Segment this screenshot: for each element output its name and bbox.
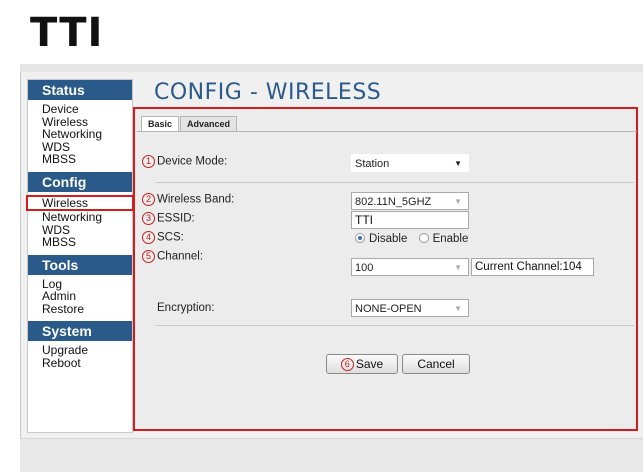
sidebar-item-config-mbss[interactable]: MBSS (28, 236, 132, 249)
essid-input[interactable]: TTI (351, 211, 469, 229)
wireless-band-select[interactable]: 802.11N_5GHZ ▼ (351, 192, 469, 210)
sidebar-section-status[interactable]: Status (28, 80, 132, 100)
sidebar-section-tools[interactable]: Tools (28, 254, 132, 275)
scs-label: SCS: (157, 231, 184, 244)
essid-row-label: 3 ESSID: (142, 212, 195, 225)
bottom-bar (20, 438, 643, 472)
wireless-band-label: Wireless Band: (157, 193, 235, 206)
page-title: CONFIG - WIRELESS (154, 80, 382, 105)
sidebar-item-status-networking[interactable]: Networking (28, 128, 132, 141)
channel-row-label: 5 Channel: (142, 250, 203, 263)
scs-enable-radio[interactable] (418, 232, 429, 243)
essid-label: ESSID: (157, 212, 195, 225)
system-items: Upgrade Reboot (28, 341, 132, 375)
marker-5: 5 (142, 250, 155, 263)
scs-enable-label[interactable]: Enable (433, 233, 469, 245)
save-button[interactable]: 6 Save (326, 354, 398, 374)
channel-select[interactable]: 100 ▼ (351, 258, 469, 276)
scs-options: Disable Enable (355, 232, 469, 245)
sidebar-section-config[interactable]: Config (28, 171, 132, 192)
device-mode-value: Station (355, 158, 390, 170)
config-items: Wireless Networking WDS MBSS (26, 192, 134, 255)
tab-advanced[interactable]: Advanced (180, 116, 238, 131)
encryption-select[interactable]: NONE-OPEN ▼ (351, 299, 469, 317)
device-mode-row-label: 1 Device Mode: (142, 155, 227, 168)
divider (156, 182, 634, 183)
divider (156, 325, 634, 326)
top-bar (20, 64, 643, 72)
sidebar-item-tools-restore[interactable]: Restore (28, 302, 132, 316)
sidebar-item-config-wireless[interactable]: Wireless (26, 194, 134, 211)
sidebar-item-system-reboot[interactable]: Reboot (28, 356, 132, 370)
sidebar-section-system[interactable]: System (28, 321, 132, 341)
encryption-value: NONE-OPEN (355, 303, 422, 315)
logo: TTI (30, 10, 104, 56)
encryption-label: Encryption: (157, 302, 215, 314)
wireless-band-value: 802.11N_5GHZ (355, 196, 432, 208)
sidebar-item-tools-admin[interactable]: Admin (28, 290, 132, 303)
current-channel-display: Current Channel:104 (471, 258, 594, 276)
sidebar-item-status-mbss[interactable]: MBSS (28, 153, 132, 166)
scs-row-label: 4 SCS: (142, 231, 184, 244)
device-mode-select[interactable]: Station ▼ (351, 154, 469, 172)
device-mode-label: Device Mode: (157, 155, 228, 168)
sidebar-item-status-device[interactable]: Device (28, 103, 132, 116)
chevron-down-icon: ▼ (454, 304, 462, 313)
cancel-button[interactable]: Cancel (402, 354, 470, 374)
marker-1: 1 (142, 155, 155, 168)
header: TTI (20, 0, 643, 65)
tab-underline (137, 131, 637, 132)
channel-label: Channel: (157, 250, 204, 263)
chevron-down-icon: ▼ (454, 197, 462, 206)
marker-6: 6 (340, 358, 354, 372)
tools-items: Log Admin Restore (28, 275, 132, 322)
wireless-band-row-label: 2 Wireless Band: (142, 193, 234, 206)
channel-value: 100 (355, 262, 374, 274)
status-items: Device Wireless Networking WDS MBSS (28, 100, 132, 172)
sidebar-item-system-upgrade[interactable]: Upgrade (28, 344, 132, 357)
marker-2: 2 (142, 193, 155, 206)
tab-basic[interactable]: Basic (141, 116, 180, 131)
scs-disable-radio[interactable] (355, 232, 365, 243)
tab-bar: Basic Advanced (141, 114, 238, 131)
sidebar-item-config-networking[interactable]: Networking (28, 211, 132, 224)
scs-disable-label[interactable]: Disable (369, 233, 407, 245)
chevron-down-icon: ▼ (454, 263, 462, 272)
marker-4: 4 (142, 231, 155, 244)
save-button-label: Save (355, 357, 384, 371)
chevron-down-icon: ▼ (454, 159, 462, 168)
marker-3: 3 (142, 212, 155, 225)
sidebar: Status Device Wireless Networking WDS MB… (26, 79, 134, 433)
